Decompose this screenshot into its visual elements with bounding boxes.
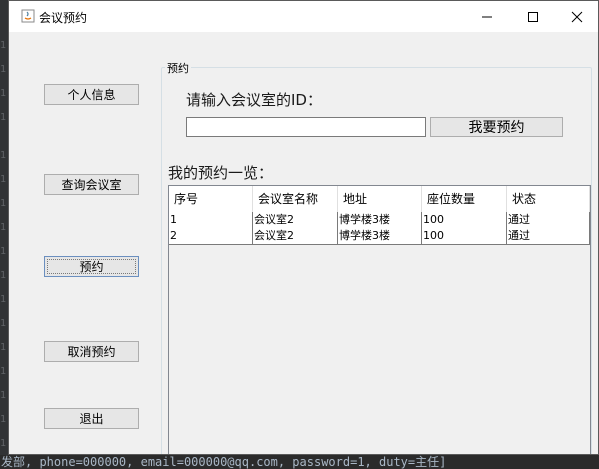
exit-button[interactable]: 退出 <box>44 408 139 429</box>
column-header-room-name[interactable]: 会议室名称 <box>253 186 338 212</box>
room-id-prompt: 请输入会议室的ID： <box>186 91 322 109</box>
column-header-number[interactable]: 序号 <box>169 186 253 212</box>
submit-reservation-button[interactable]: 我要预约 <box>430 117 563 137</box>
cell-address: 博学楼3楼 <box>338 212 422 228</box>
cell-room-name: 会议室2 <box>253 212 338 228</box>
cell-seats: 100 <box>422 212 507 228</box>
maximize-button[interactable] <box>510 1 556 32</box>
room-id-input[interactable] <box>186 117 426 137</box>
java-icon <box>21 9 35 23</box>
reservations-table: 序号 会议室名称 地址 座位数量 状态 1 会议室2 博学楼3楼 100 通过 … <box>168 185 591 454</box>
cell-seats: 100 <box>422 228 507 244</box>
window-title: 会议预约 <box>39 11 88 25</box>
cell-status: 通过 <box>507 212 590 228</box>
column-header-status[interactable]: 状态 <box>507 186 590 212</box>
cell-status: 通过 <box>507 228 590 244</box>
reservations-title: 我的预约一览： <box>168 164 274 182</box>
query-rooms-button[interactable]: 查询会议室 <box>44 174 139 195</box>
minimize-button[interactable] <box>464 1 510 32</box>
console-output-line: 发部, phone=000000, email=000000@qq.com, p… <box>0 455 599 469</box>
cell-number: 1 <box>169 212 253 228</box>
personal-info-button[interactable]: 个人信息 <box>44 84 139 105</box>
cell-number: 2 <box>169 228 253 244</box>
table-row[interactable]: 1 会议室2 博学楼3楼 100 通过 <box>169 212 590 229</box>
table-row[interactable]: 2 会议室2 博学楼3楼 100 通过 <box>169 228 590 245</box>
reservation-window: 会议预约 个人信息 查询会议室 预约 取消预约 退出 预约 请输入会议室的ID：… <box>8 0 599 455</box>
cell-address: 博学楼3楼 <box>338 228 422 244</box>
column-header-seats[interactable]: 座位数量 <box>422 186 507 212</box>
table-header: 序号 会议室名称 地址 座位数量 状态 <box>169 186 590 213</box>
close-icon <box>571 11 583 22</box>
close-button[interactable] <box>554 1 598 32</box>
column-header-address[interactable]: 地址 <box>338 186 422 212</box>
group-title: 预约 <box>165 60 191 76</box>
cell-room-name: 会议室2 <box>253 228 338 244</box>
maximize-icon <box>528 11 538 22</box>
minimize-icon <box>482 16 492 17</box>
reserve-button[interactable]: 预约 <box>44 256 139 277</box>
title-bar: 会议预约 <box>9 1 598 32</box>
focus-ring <box>47 259 136 274</box>
cancel-reservation-button[interactable]: 取消预约 <box>44 341 139 362</box>
